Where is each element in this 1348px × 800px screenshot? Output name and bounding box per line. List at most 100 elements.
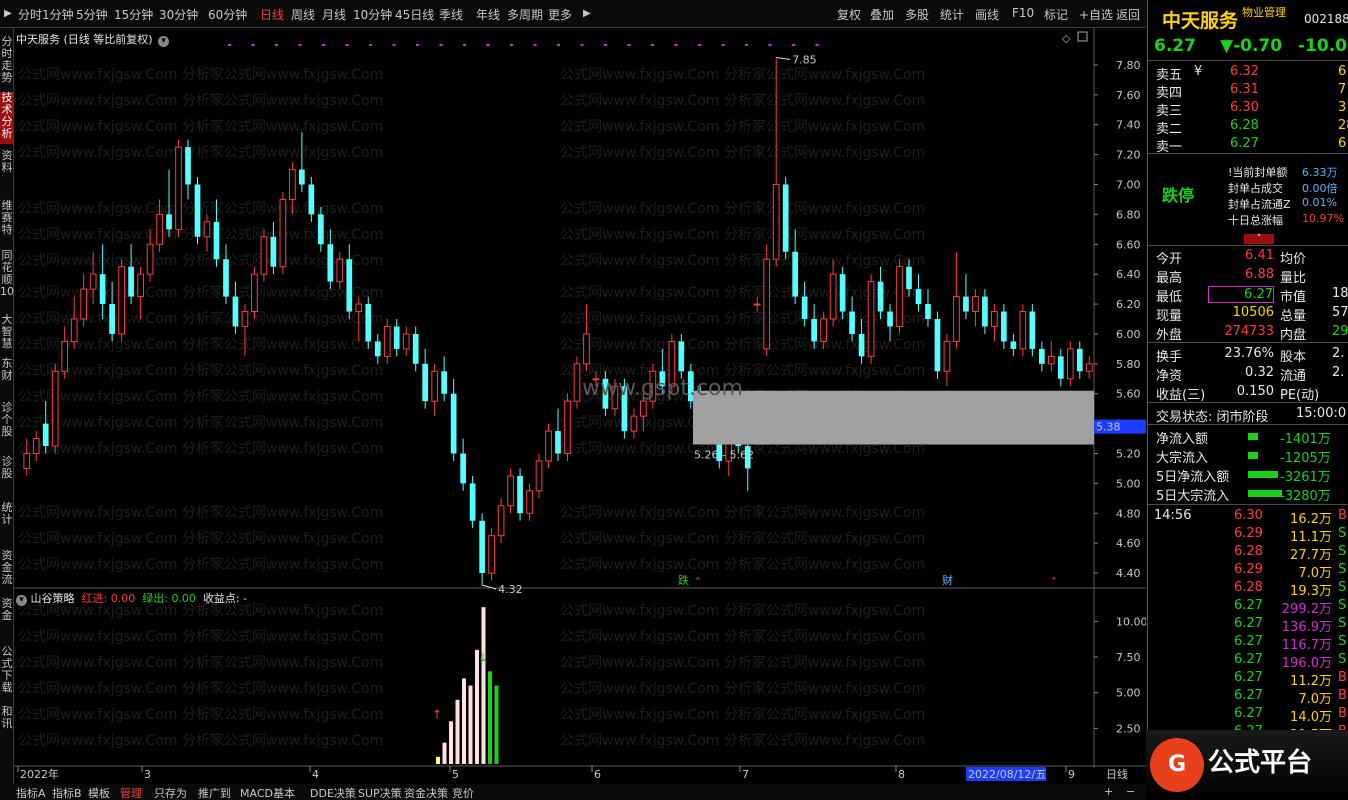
bottom-tab-3[interactable]: 管理 — [120, 785, 142, 800]
candlestick[interactable] — [336, 251, 344, 290]
period-tab-12[interactable]: 年线 — [476, 6, 500, 23]
candlestick[interactable] — [109, 281, 115, 342]
candlestick[interactable] — [1038, 341, 1045, 372]
candlestick[interactable] — [51, 363, 59, 454]
candlestick[interactable] — [42, 401, 49, 454]
period-tab-6[interactable]: 日线 — [260, 6, 284, 23]
period-menu-icon[interactable]: ▶ — [4, 8, 12, 19]
period-tab-10[interactable]: 45日线 — [395, 6, 434, 23]
candlestick[interactable] — [867, 274, 875, 364]
toolbar-right-8[interactable]: 返回 — [1116, 6, 1140, 23]
candlestick[interactable] — [972, 289, 979, 327]
bottom-tab-0[interactable]: 指标A — [16, 785, 46, 800]
candlestick[interactable] — [441, 356, 448, 402]
candlestick[interactable] — [963, 274, 969, 319]
candlestick[interactable] — [630, 408, 638, 439]
period-tab-5[interactable]: 60分钟 — [208, 6, 247, 23]
candlestick[interactable] — [279, 191, 287, 275]
candlestick[interactable] — [811, 304, 817, 349]
candlestick[interactable] — [934, 311, 941, 379]
candlestick[interactable] — [118, 259, 125, 342]
candlestick[interactable] — [801, 281, 808, 327]
period-tab-14[interactable]: 更多 — [548, 6, 572, 23]
candlestick[interactable] — [526, 483, 533, 521]
candlestick[interactable] — [782, 177, 789, 260]
bottom-tab-10[interactable]: 竞价 — [452, 785, 474, 800]
candlestick[interactable] — [792, 229, 799, 305]
candlestick[interactable] — [402, 326, 410, 357]
candlestick[interactable] — [772, 57, 780, 267]
candlestick[interactable] — [89, 251, 97, 305]
toolbar-right-1[interactable]: 叠加 — [870, 6, 894, 23]
candlestick[interactable] — [422, 348, 429, 409]
candlestick[interactable] — [23, 438, 31, 476]
candlestick[interactable] — [137, 266, 144, 319]
left-tab-0[interactable]: 分时走势 — [0, 36, 14, 90]
candlestick[interactable] — [953, 251, 960, 349]
toolbar-right-5[interactable]: F10 — [1012, 6, 1034, 20]
candlestick[interactable] — [223, 244, 229, 305]
candlestick[interactable] — [1047, 341, 1055, 372]
bottom-tab-1[interactable]: 指标B — [52, 785, 82, 800]
period-tab-7[interactable]: 周线 — [291, 6, 315, 23]
left-tab-1[interactable]: 技术分析 — [0, 92, 14, 144]
candlestick[interactable] — [507, 468, 514, 514]
candlestick[interactable] — [1085, 356, 1093, 379]
candlestick[interactable] — [915, 274, 922, 312]
bottom-tab-9[interactable]: 资金决策 — [404, 785, 448, 800]
candlestick[interactable] — [166, 169, 172, 237]
diamond-icon[interactable]: ◇ — [1062, 32, 1071, 45]
candlestick[interactable] — [32, 431, 40, 461]
chevron-right-icon[interactable]: ▶ — [583, 8, 591, 19]
candlestick[interactable] — [896, 259, 903, 334]
period-tab-13[interactable]: 多周期 — [507, 6, 543, 23]
candlestick[interactable] — [820, 311, 827, 349]
candlestick[interactable] — [393, 319, 400, 357]
candlestick[interactable] — [175, 139, 182, 237]
candlestick[interactable] — [1057, 348, 1064, 387]
candlestick[interactable] — [943, 333, 951, 387]
left-tab-13[interactable]: 和讯 — [0, 706, 14, 746]
candlestick[interactable] — [545, 423, 552, 469]
candlestick[interactable] — [469, 475, 476, 529]
period-tab-9[interactable]: 10分钟 — [353, 6, 392, 23]
candlestick[interactable] — [299, 132, 305, 192]
candlestick[interactable] — [450, 378, 457, 461]
period-tab-11[interactable]: 季线 — [439, 6, 463, 23]
bottom-tab-4[interactable]: 只存为 — [154, 785, 187, 800]
bottom-tab-6[interactable]: MACD基本 — [240, 785, 295, 800]
candlestick[interactable] — [260, 229, 268, 282]
candlestick[interactable] — [346, 244, 353, 319]
candlestick[interactable] — [925, 289, 931, 327]
candlestick[interactable] — [517, 468, 523, 521]
collapse-icon[interactable]: ˅ — [1244, 234, 1274, 244]
candlestick[interactable] — [194, 177, 201, 245]
candlestick[interactable] — [535, 453, 543, 499]
left-tab-6[interactable]: 东财 — [0, 358, 14, 398]
candlestick[interactable] — [887, 304, 893, 342]
period-tab-1[interactable]: 1分钟 — [42, 6, 74, 23]
candlestick[interactable] — [1001, 304, 1007, 349]
left-tab-2[interactable]: 资料 — [0, 150, 14, 194]
candlestick[interactable] — [1019, 304, 1027, 357]
candlestick[interactable] — [213, 199, 220, 267]
candlestick[interactable] — [849, 296, 855, 342]
candlestick[interactable] — [1010, 333, 1017, 357]
candlestick[interactable] — [906, 259, 912, 297]
candlestick[interactable] — [1076, 341, 1083, 379]
toolbar-right-2[interactable]: 多股 — [905, 6, 929, 23]
left-tab-9[interactable]: 统计 — [0, 502, 14, 546]
candlestick[interactable] — [829, 259, 837, 327]
left-tab-11[interactable]: 资金 — [0, 598, 14, 638]
candlestick[interactable] — [678, 333, 685, 379]
candlestick[interactable] — [241, 304, 249, 357]
maximize-icon[interactable] — [1077, 31, 1088, 42]
candlestick[interactable] — [583, 304, 590, 372]
candlestick[interactable] — [479, 513, 485, 586]
candlestick[interactable] — [877, 266, 884, 319]
candlestick[interactable] — [753, 296, 761, 312]
period-tab-8[interactable]: 月线 — [322, 6, 346, 23]
candlestick[interactable] — [460, 438, 466, 491]
candlestick[interactable] — [564, 393, 571, 461]
candlestick[interactable] — [431, 363, 439, 417]
